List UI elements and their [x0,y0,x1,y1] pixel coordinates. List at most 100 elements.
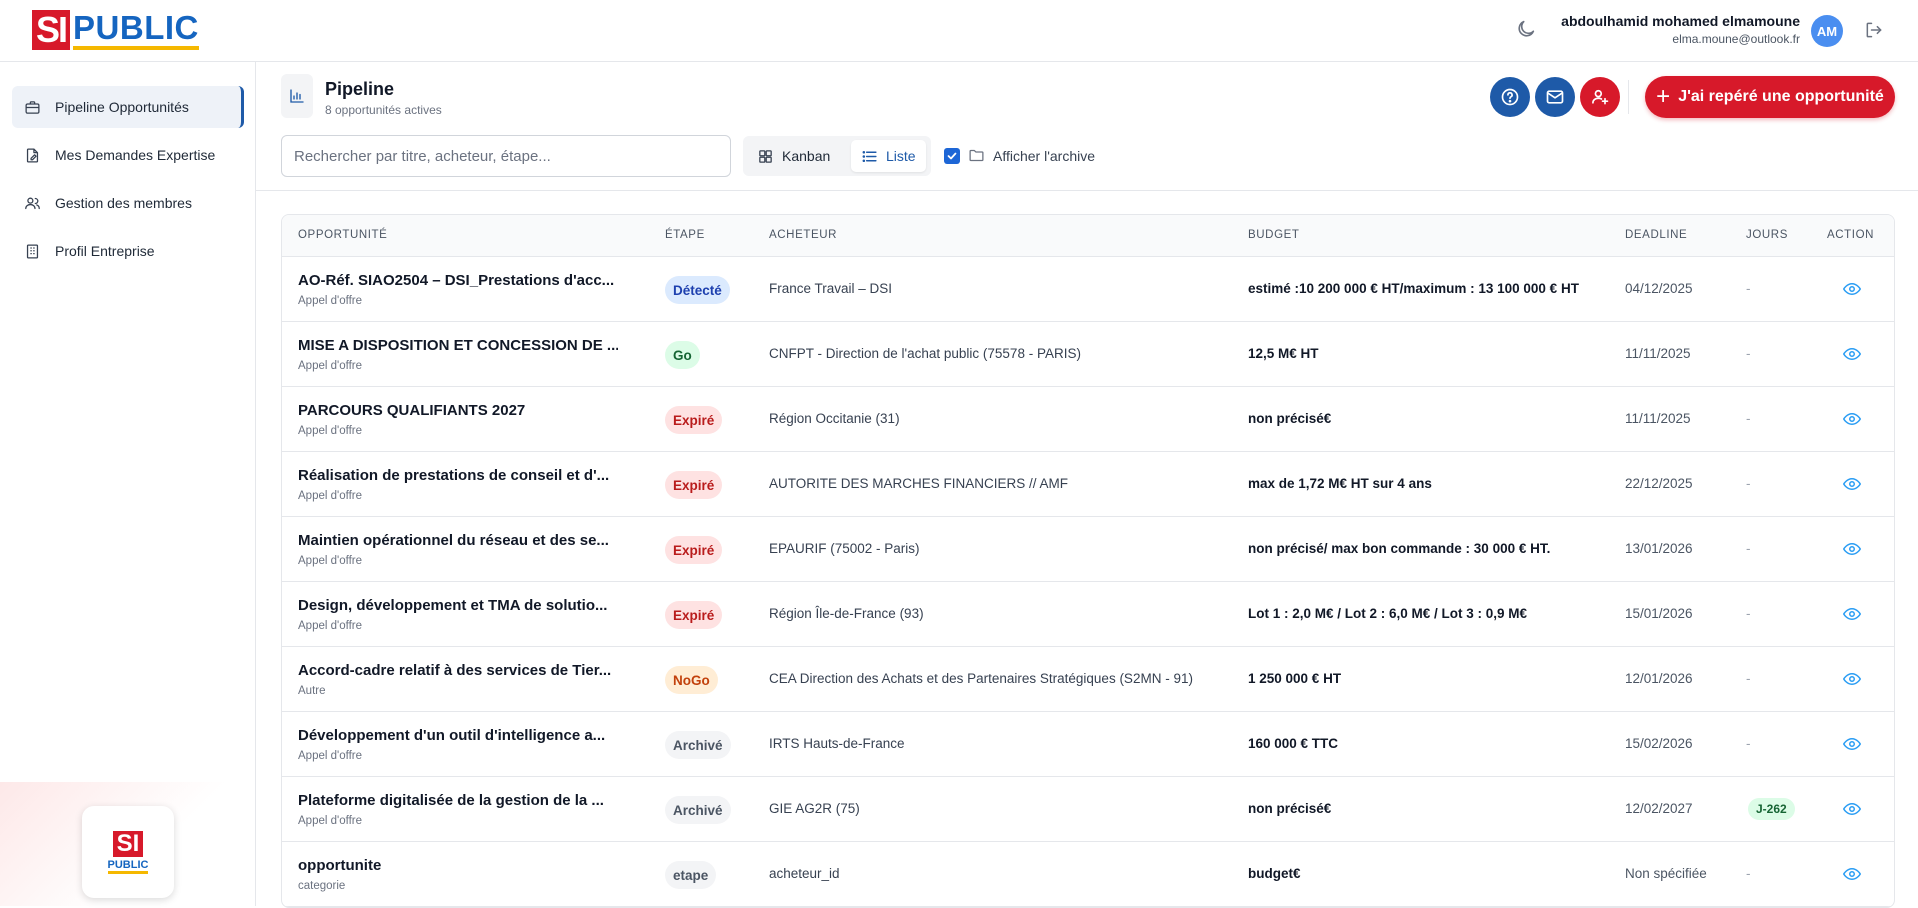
opportunity-title[interactable]: Plateforme digitalisée de la gestion de … [298,792,618,809]
eye-icon[interactable] [1843,867,1861,881]
show-archive-checkbox[interactable] [944,147,960,164]
table-row[interactable]: opportunite categorie etape acheteur_id … [282,842,1894,907]
users-icon [25,197,40,209]
opportunity-category: categorie [298,880,346,892]
table-row[interactable]: Accord-cadre relatif à des services de T… [282,647,1894,712]
view-kanban-button[interactable]: Kanban [747,140,840,172]
eye-icon[interactable] [1843,347,1861,361]
mail-button[interactable] [1535,77,1575,117]
stage-badge: etape [665,861,717,889]
opportunities-table: OPPORTUNITÉ ÉTAPE ACHETEUR BUDGET DEADLI… [281,214,1895,908]
column-header: ACHETEUR [769,229,838,241]
stage-badge: Expiré [665,406,723,434]
table-row[interactable]: Réalisation de prestations de conseil et… [282,452,1894,517]
search-input[interactable] [281,135,731,177]
opportunity-category: Appel d'offre [298,555,363,567]
buyer-cell: Région Île-de-France (93) [769,606,924,621]
budget-cell: estimé :10 200 000 € HT/maximum : 13 100… [1248,281,1579,296]
budget-cell: non précisé€ [1248,411,1332,426]
avatar[interactable]: AM [1811,15,1843,47]
show-archive-label: Afficher l'archive [993,147,1096,164]
column-header: ACTION [1827,229,1875,241]
opportunity-title[interactable]: opportunite [298,857,618,874]
table-row[interactable]: Design, développement et TMA de solutio.… [282,582,1894,647]
budget-cell: Lot 1 : 2,0 M€ / Lot 2 : 6,0 M€ / Lot 3 … [1248,606,1528,621]
opportunity-category: Appel d'offre [298,360,363,372]
table-row[interactable]: Développement d'un outil d'intelligence … [282,712,1894,777]
table-row[interactable]: AO-Réf. SIAO2504 – DSI_Prestations d'acc… [282,257,1894,322]
stage-badge: Expiré [665,601,723,629]
logout-icon[interactable] [1864,20,1884,40]
opportunity-title[interactable]: Développement d'un outil d'intelligence … [298,727,618,744]
opportunity-title[interactable]: MISE A DISPOSITION ET CONCESSION DE ... [298,337,618,354]
eye-icon[interactable] [1843,282,1861,296]
opportunity-category: Appel d'offre [298,620,363,632]
stage-badge: Archivé [665,796,731,824]
budget-cell: max de 1,72 M€ HT sur 4 ans [1248,476,1432,491]
view-toggle: Kanban Liste [743,136,931,176]
top-bar: SI PUBLIC abdoulhamid mohamed elmamoune … [0,0,1918,62]
days-cell: - [1746,476,1751,491]
mail-icon [1546,90,1564,104]
sidebar-item-pipeline[interactable]: Pipeline Opportunités [12,86,244,128]
buyer-cell: EPAURIF (75002 - Paris) [769,541,920,556]
report-opportunity-button[interactable]: + J'ai repéré une opportunité [1645,76,1895,118]
opportunity-title[interactable]: Maintien opérationnel du réseau et des s… [298,532,618,549]
help-button[interactable] [1490,77,1530,117]
grid-icon [759,149,772,163]
report-opportunity-label: J'ai repéré une opportunité [1678,88,1884,105]
user-email: elma.moune@outlook.fr [1672,32,1800,46]
sidebar-item-members[interactable]: Gestion des membres [12,182,244,224]
budget-cell: budget€ [1248,866,1301,881]
deadline-cell: Non spécifiée [1625,866,1707,881]
opportunity-title[interactable]: Design, développement et TMA de solutio.… [298,597,618,614]
plus-icon: + [1656,83,1671,110]
table-row[interactable]: Maintien opérationnel du réseau et des s… [282,517,1894,582]
opportunity-category: Appel d'offre [298,815,363,827]
stage-badge: Go [665,341,700,369]
table-row[interactable]: Plateforme digitalisée de la gestion de … [282,777,1894,842]
budget-cell: non précisé€ [1248,801,1332,816]
deadline-cell: 04/12/2025 [1625,281,1693,296]
sidebar-logo-public: PUBLIC [107,859,149,874]
opportunity-title[interactable]: Accord-cadre relatif à des services de T… [298,662,618,679]
table-row[interactable]: MISE A DISPOSITION ET CONCESSION DE ... … [282,322,1894,387]
opportunity-category: Autre [298,685,326,697]
opportunity-title[interactable]: Réalisation de prestations de conseil et… [298,467,618,484]
view-list-button[interactable]: Liste [851,140,926,172]
eye-icon[interactable] [1843,672,1861,686]
deadline-cell: 11/11/2025 [1625,346,1691,361]
eye-icon[interactable] [1843,607,1861,621]
show-archive-toggle[interactable]: Afficher l'archive [944,147,1095,164]
list-icon [862,150,877,162]
eye-icon[interactable] [1843,802,1861,816]
page-subtitle: 8 opportunités actives [325,103,442,117]
sidebar-item-label: Pipeline Opportunités [55,99,189,115]
column-header: OPPORTUNITÉ [298,229,388,241]
table-row[interactable]: PARCOURS QUALIFIANTS 2027 Appel d'offre … [282,387,1894,452]
eye-icon[interactable] [1843,737,1861,751]
stage-badge: NoGo [665,666,718,694]
budget-cell: 160 000 € TTC [1248,736,1339,751]
sidebar-item-expertise[interactable]: Mes Demandes Expertise [12,134,244,176]
opportunity-title[interactable]: PARCOURS QUALIFIANTS 2027 [298,402,618,419]
eye-icon[interactable] [1843,542,1861,556]
buyer-cell: AUTORITE DES MARCHES FINANCIERS // AMF [769,476,1069,491]
deadline-cell: 22/12/2025 [1625,476,1693,491]
eye-icon[interactable] [1843,477,1861,491]
budget-cell: 12,5 M€ HT [1248,346,1319,361]
eye-icon[interactable] [1843,412,1861,426]
view-kanban-label: Kanban [782,148,831,164]
column-header: BUDGET [1248,229,1300,241]
days-cell: - [1746,606,1751,621]
opportunity-category: Appel d'offre [298,750,363,762]
brand-logo[interactable]: SI PUBLIC [32,10,199,50]
add-member-button[interactable] [1580,77,1620,117]
moon-icon[interactable] [1515,18,1537,40]
sidebar-item-company-profile[interactable]: Profil Entreprise [12,230,244,272]
sidebar-logo-si: SI [112,830,144,857]
deadline-cell: 12/02/2027 [1625,801,1693,816]
opportunity-title[interactable]: AO-Réf. SIAO2504 – DSI_Prestations d'acc… [298,272,618,289]
days-cell: - [1746,671,1751,686]
opportunity-category: Appel d'offre [298,295,363,307]
